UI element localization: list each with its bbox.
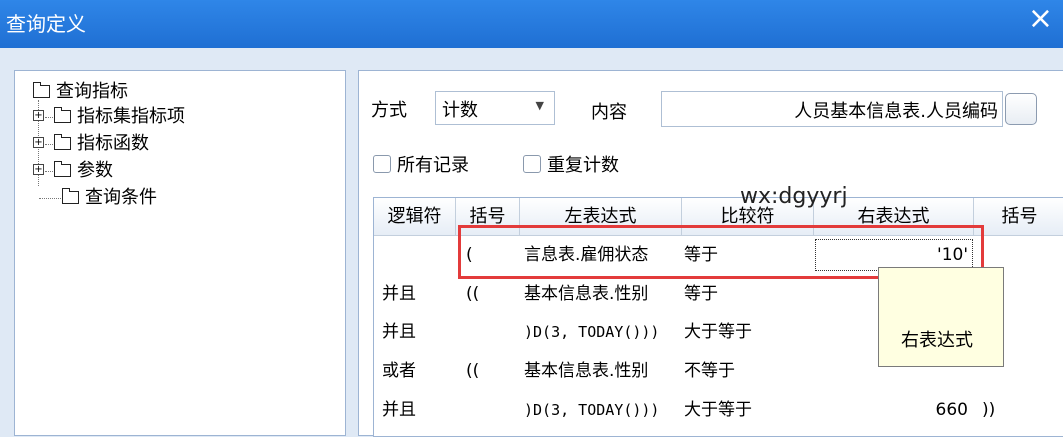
watermark-text: wx:dgyyrj — [740, 184, 848, 209]
repeat-count-label: 重复计数 — [547, 155, 619, 176]
row-comparator[interactable]: 等于 — [684, 278, 812, 310]
title-bar: 查询定义 × — [0, 0, 1063, 48]
row-close-bracket[interactable]: )) — [982, 394, 1062, 426]
tree-node-functions[interactable]: + 指标函数 — [33, 131, 149, 157]
expand-icon[interactable]: + — [33, 163, 44, 175]
row-logic[interactable]: 或者 — [382, 355, 452, 387]
folder-icon — [54, 106, 71, 123]
tree-node-root[interactable]: 查询指标 — [33, 79, 128, 105]
tree-node-label: 查询指标 — [56, 81, 128, 102]
row-logic[interactable]: 并且 — [382, 394, 452, 426]
expand-icon[interactable]: + — [33, 109, 44, 121]
method-value: 计数 — [442, 100, 478, 121]
row-open-bracket[interactable] — [466, 394, 516, 426]
row-comparator[interactable]: 不等于 — [684, 355, 812, 387]
method-label: 方式 — [371, 100, 407, 121]
tree-node-label: 指标函数 — [77, 133, 149, 154]
row-open-bracket[interactable]: (( — [466, 355, 516, 387]
column-header-close-bracket[interactable]: 括号 — [974, 198, 1063, 236]
row-logic[interactable]: 并且 — [382, 316, 452, 348]
row-left-expression[interactable]: )D(3, TODAY())) — [524, 316, 679, 348]
method-select[interactable]: 计数 ▼ — [435, 91, 555, 125]
tree-node-parameters[interactable]: + 参数 — [33, 158, 113, 184]
close-icon[interactable]: × — [1028, 4, 1053, 34]
window-title: 查询定义 — [6, 12, 86, 36]
row-logic[interactable] — [382, 239, 452, 271]
folder-icon — [33, 81, 50, 98]
row-left-expression[interactable]: 基本信息表.性别 — [524, 355, 679, 387]
row-left-expression[interactable]: 基本信息表.性别 — [524, 278, 679, 310]
column-header-logic[interactable]: 逻辑符 — [374, 198, 456, 236]
tree-node-indicator-set[interactable]: + 指标集指标项 — [33, 104, 185, 130]
content-field[interactable]: 人员基本信息表.人员编码 — [661, 91, 1003, 127]
row-logic[interactable]: 并且 — [382, 278, 452, 310]
row-open-bracket[interactable]: (( — [466, 278, 516, 310]
tooltip-text: 右表达式 — [901, 330, 973, 351]
indicator-tree-panel: 查询指标 + 指标集指标项 + 指标函数 + 参数 查询条件 — [14, 70, 346, 436]
folder-icon — [54, 160, 71, 177]
folder-icon — [62, 187, 79, 204]
row-comparator[interactable]: 大于等于 — [684, 394, 812, 426]
row-right-expression[interactable]: 660 — [818, 394, 968, 426]
all-records-label: 所有记录 — [397, 155, 469, 176]
browse-button[interactable] — [1005, 93, 1037, 125]
row-left-expression[interactable]: )D(3, TODAY())) — [524, 394, 679, 426]
tree-node-conditions[interactable]: 查询条件 — [38, 185, 157, 211]
checkbox-box[interactable] — [523, 155, 541, 173]
folder-icon — [54, 133, 71, 150]
row-comparator[interactable]: 大于等于 — [684, 316, 812, 348]
all-records-checkbox[interactable]: 所有记录 — [373, 151, 469, 177]
tree-node-label: 参数 — [77, 160, 113, 181]
row-open-bracket[interactable] — [466, 316, 516, 348]
content-label: 内容 — [591, 102, 627, 123]
chevron-down-icon[interactable]: ▼ — [536, 99, 544, 112]
tree-node-label: 查询条件 — [85, 187, 157, 208]
tooltip: 右表达式 — [878, 267, 1004, 367]
checkbox-box[interactable] — [373, 155, 391, 173]
expand-icon[interactable]: + — [33, 136, 44, 148]
tree-node-label: 指标集指标项 — [77, 106, 185, 127]
content-value: 人员基本信息表.人员编码 — [794, 101, 998, 122]
repeat-count-checkbox[interactable]: 重复计数 — [523, 151, 619, 177]
